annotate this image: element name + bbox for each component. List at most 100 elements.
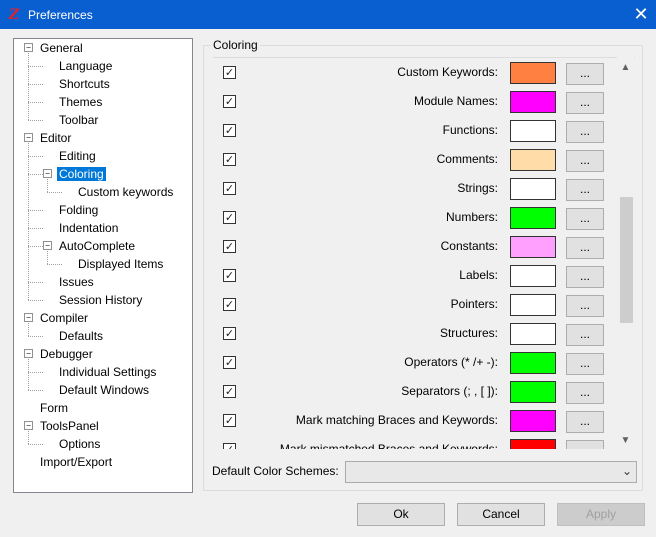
scroll-up-icon[interactable]: ▲ xyxy=(617,59,634,76)
color-row: ✓ Custom Keywords:... xyxy=(213,58,618,87)
choose-color-button[interactable]: ... xyxy=(566,266,604,288)
tree-connector xyxy=(47,179,48,192)
color-swatch[interactable] xyxy=(510,236,556,258)
choose-color-button[interactable]: ... xyxy=(566,324,604,346)
tree-item-default-windows[interactable]: Default Windows xyxy=(57,381,151,399)
enable-checkbox[interactable]: ✓ xyxy=(223,269,236,282)
choose-color-button[interactable]: ... xyxy=(566,353,604,375)
color-swatch[interactable] xyxy=(510,323,556,345)
enable-checkbox[interactable]: ✓ xyxy=(223,414,236,427)
choose-color-button[interactable]: ... xyxy=(566,63,604,85)
color-swatch[interactable] xyxy=(510,149,556,171)
enable-checkbox[interactable]: ✓ xyxy=(223,385,236,398)
tree-item-folding[interactable]: Folding xyxy=(57,201,100,219)
ok-button[interactable]: Ok xyxy=(357,503,445,526)
tree-item-defaults[interactable]: Defaults xyxy=(57,327,105,345)
color-swatch[interactable] xyxy=(510,178,556,200)
collapse-icon[interactable]: − xyxy=(24,349,33,358)
tree-item-toolspanel[interactable]: ToolsPanel xyxy=(38,417,101,435)
enable-checkbox[interactable]: ✓ xyxy=(223,356,236,369)
vertical-scrollbar[interactable]: ▲ ▼ xyxy=(617,57,634,449)
color-row: ✓ Separators (; , [ ]):... xyxy=(213,377,618,406)
tree-item-session-history[interactable]: Session History xyxy=(57,291,144,309)
tree-item-label: Issues xyxy=(59,275,94,289)
color-swatch[interactable] xyxy=(510,120,556,142)
tree-item-label: Default Windows xyxy=(59,383,150,397)
tree-item-label: AutoComplete xyxy=(59,239,136,253)
enable-checkbox[interactable]: ✓ xyxy=(223,240,236,253)
choose-color-button[interactable]: ... xyxy=(566,382,604,404)
color-swatch[interactable] xyxy=(510,294,556,316)
color-swatch[interactable] xyxy=(510,91,556,113)
tree-item-import-export[interactable]: Import/Export xyxy=(38,453,114,471)
enable-checkbox[interactable]: ✓ xyxy=(223,211,236,224)
tree-item-general[interactable]: General xyxy=(38,39,85,57)
color-swatch[interactable] xyxy=(510,410,556,432)
settings-tree[interactable]: General − Language Shortcuts Themes Toolbar Ed… xyxy=(13,38,193,493)
color-scheme-select[interactable]: ⌄ xyxy=(345,461,637,483)
tree-connector xyxy=(28,282,43,283)
choose-color-button[interactable]: ... xyxy=(566,179,604,201)
close-icon[interactable]: ✕ xyxy=(626,0,656,29)
scroll-down-icon[interactable]: ▼ xyxy=(617,432,634,449)
color-swatch[interactable] xyxy=(510,62,556,84)
tree-connector xyxy=(28,102,43,103)
color-swatch[interactable] xyxy=(510,207,556,229)
choose-color-button[interactable]: ... xyxy=(566,411,604,433)
enable-checkbox[interactable]: ✓ xyxy=(223,95,236,108)
choose-color-button[interactable]: ... xyxy=(566,208,604,230)
color-swatch[interactable] xyxy=(510,352,556,374)
tree-item-autocomplete[interactable]: AutoComplete xyxy=(57,237,137,255)
collapse-icon[interactable]: − xyxy=(24,133,33,142)
tree-item-shortcuts[interactable]: Shortcuts xyxy=(57,75,112,93)
enable-checkbox[interactable]: ✓ xyxy=(223,182,236,195)
color-swatch[interactable] xyxy=(510,265,556,287)
color-row: ✓ Numbers:... xyxy=(213,203,618,232)
color-label: Pointers: xyxy=(450,297,498,311)
cancel-button[interactable]: Cancel xyxy=(457,503,545,526)
collapse-icon[interactable]: − xyxy=(24,43,33,52)
enable-checkbox[interactable]: ✓ xyxy=(223,124,236,137)
apply-button[interactable]: Apply xyxy=(557,503,645,526)
color-swatch[interactable] xyxy=(510,439,556,449)
tree-item-compiler[interactable]: Compiler xyxy=(38,309,90,327)
color-row: ✓ Constants:... xyxy=(213,232,618,261)
tree-item-custom-keywords[interactable]: Custom keywords xyxy=(76,183,175,201)
tree-item-themes[interactable]: Themes xyxy=(57,93,104,111)
choose-color-button[interactable]: ... xyxy=(566,295,604,317)
tree-item-editing[interactable]: Editing xyxy=(57,147,98,165)
tree-item-debugger[interactable]: Debugger xyxy=(38,345,95,363)
enable-checkbox[interactable]: ✓ xyxy=(223,66,236,79)
choose-color-button[interactable]: ... xyxy=(566,150,604,172)
tree-item-editor[interactable]: Editor xyxy=(38,129,73,147)
enable-checkbox[interactable]: ✓ xyxy=(223,298,236,311)
coloring-list: ✓ Custom Keywords:... ✓ Module Names:... ✓ Fu… xyxy=(213,57,635,449)
collapse-icon[interactable]: − xyxy=(43,241,52,250)
enable-checkbox[interactable]: ✓ xyxy=(223,153,236,166)
choose-color-button[interactable]: ... xyxy=(566,440,604,449)
tree-item-issues[interactable]: Issues xyxy=(57,273,96,291)
choose-color-button[interactable]: ... xyxy=(566,92,604,114)
color-label: Separators (; , [ ]): xyxy=(401,384,498,398)
color-row: ✓ Operators (* /+ -):... xyxy=(213,348,618,377)
tree-item-indentation[interactable]: Indentation xyxy=(57,219,120,237)
collapse-icon[interactable]: − xyxy=(43,169,52,178)
tree-item-coloring[interactable]: Coloring xyxy=(57,165,106,183)
tree-connector xyxy=(28,359,29,390)
collapse-icon[interactable]: − xyxy=(24,313,33,322)
collapse-icon[interactable]: − xyxy=(24,421,33,430)
choose-color-button[interactable]: ... xyxy=(566,121,604,143)
tree-item-language[interactable]: Language xyxy=(57,57,114,75)
color-swatch[interactable] xyxy=(510,381,556,403)
tree-item-label: Compiler xyxy=(40,311,89,325)
choose-color-button[interactable]: ... xyxy=(566,237,604,259)
tree-item-form[interactable]: Form xyxy=(38,399,70,417)
tree-item-toolbar[interactable]: Toolbar xyxy=(57,111,100,129)
tree-item-individual-settings[interactable]: Individual Settings xyxy=(57,363,158,381)
tree-item-options[interactable]: Options xyxy=(57,435,102,453)
color-row: ✓ Labels:... xyxy=(213,261,618,290)
enable-checkbox[interactable]: ✓ xyxy=(223,443,236,449)
enable-checkbox[interactable]: ✓ xyxy=(223,327,236,340)
tree-item-displayed-items[interactable]: Displayed Items xyxy=(76,255,165,273)
scroll-thumb[interactable] xyxy=(620,197,633,323)
